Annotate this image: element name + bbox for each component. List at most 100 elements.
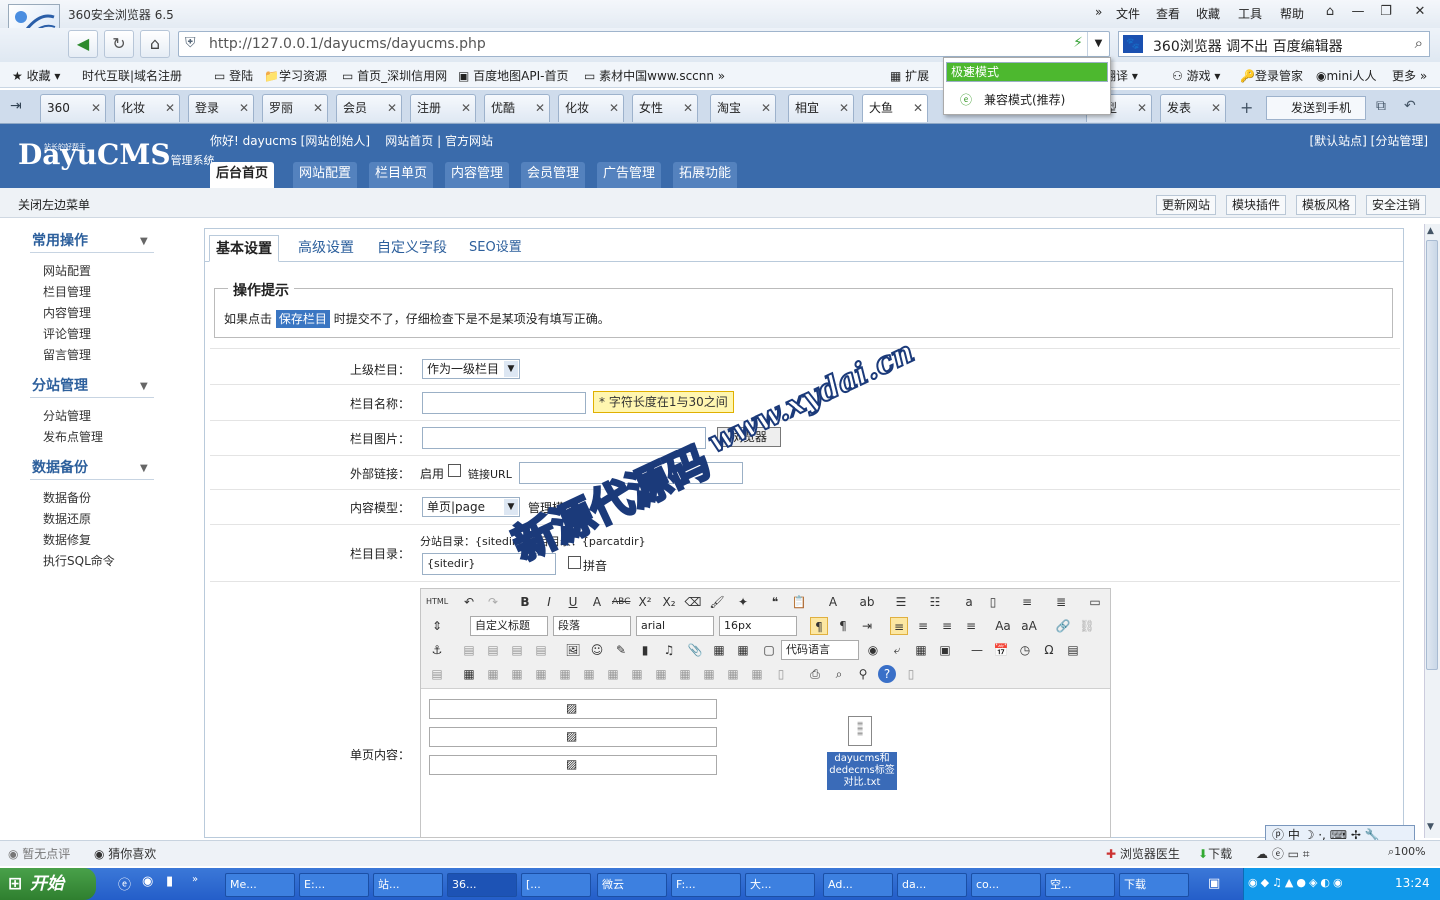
help-icon[interactable]: ? (878, 665, 896, 683)
tab-close-icon[interactable]: ✕ (387, 95, 397, 121)
strikethrough-icon[interactable]: ABC (612, 593, 630, 611)
menu-tools[interactable]: 工具 (1238, 5, 1262, 22)
merge-cells-icon[interactable]: ▦ (628, 665, 646, 683)
align-right-icon[interactable]: ≡ (938, 617, 956, 635)
format-brush-icon[interactable]: 🖌 (708, 593, 726, 611)
unlink-icon[interactable]: ⛓ (1078, 617, 1096, 635)
nav-ads[interactable]: 广告管理 (597, 162, 662, 188)
image-left-icon[interactable]: ▤ (484, 641, 502, 659)
menu-file[interactable]: 文件 (1116, 5, 1140, 22)
model-select[interactable]: 单页|page ▼ (422, 497, 520, 517)
nav-admin-home[interactable]: 后台首页 (210, 162, 275, 188)
web-app-icon[interactable]: ▢ (760, 641, 778, 659)
split-cols-icon[interactable]: ▦ (748, 665, 766, 683)
font-color-icon[interactable]: A (824, 593, 842, 611)
scroll-up-icon[interactable]: ▲ (1427, 226, 1434, 236)
scrollbar-thumb[interactable] (1426, 240, 1438, 670)
browser-tab[interactable]: 化妆 ✕ (114, 94, 180, 122)
font-size-select[interactable]: 16px (719, 616, 797, 636)
bookmark-1[interactable]: 时代互联|域名注册 (82, 67, 182, 84)
quicklaunch-browser-icon[interactable]: ◉ (142, 874, 153, 889)
template-icon[interactable]: ▦ (912, 641, 930, 659)
align-justify-icon[interactable]: ≡ (962, 617, 980, 635)
paste-table-icon[interactable]: ▯ (772, 665, 790, 683)
insert-image-icon[interactable]: 🖼 (564, 641, 582, 659)
delete-row-icon[interactable]: ▦ (556, 665, 574, 683)
sidebar-item-repair[interactable]: 数据修复 (43, 531, 91, 548)
new-tab-icon[interactable]: + (1240, 98, 1253, 117)
bookmark-2[interactable]: ▭ 登陆 (214, 67, 253, 84)
bookmark-more[interactable]: 更多 » (1392, 67, 1427, 84)
insert-col-icon[interactable]: ▦ (580, 665, 598, 683)
tab-seo[interactable]: SEO设置 (463, 235, 528, 262)
code-language-select[interactable]: 代码语言 (781, 640, 859, 660)
bookmark-5[interactable]: ▣ 百度地图API-首页 (458, 67, 568, 84)
guess-you-like[interactable]: ◉ 猜你喜欢 (94, 845, 156, 862)
shirt-icon[interactable]: ⌂ (1318, 2, 1342, 22)
taskbar-desktop-icon[interactable]: ▣ (1208, 876, 1220, 891)
video-icon[interactable]: ▮ (636, 641, 654, 659)
merge-down-icon[interactable]: ▦ (676, 665, 694, 683)
image-right-icon[interactable]: ▤ (508, 641, 526, 659)
url-dropdown-icon[interactable]: ▼ (1087, 32, 1109, 56)
browser-tab[interactable]: 360 ✕ (40, 94, 106, 122)
templates-button[interactable]: 模板风格 (1296, 195, 1357, 215)
search-box[interactable]: 🐾 360浏览器 调不出 百度编辑器 ⌕ (1118, 31, 1430, 57)
menu-favorites[interactable]: 收藏 (1196, 5, 1220, 22)
delete-col-icon[interactable]: ▦ (604, 665, 622, 683)
anchor-icon[interactable]: ⚓ (428, 641, 446, 659)
search-replace-icon[interactable]: ⚲ (854, 665, 872, 683)
tab-basic[interactable]: 基本设置 (209, 235, 279, 262)
sidebar-item-site-config[interactable]: 网站配置 (43, 262, 91, 279)
taskbar-item[interactable]: E:... (299, 873, 369, 897)
lowercase-icon[interactable]: aA (1020, 617, 1038, 635)
sidebar-item-comments[interactable]: 评论管理 (43, 325, 91, 342)
taskbar-item[interactable]: 空... (1045, 873, 1115, 897)
link-icon[interactable]: 🔗 (1054, 617, 1072, 635)
quicklaunch-ie-icon[interactable]: ⓔ (118, 874, 131, 893)
tab-close-icon[interactable]: ✕ (913, 95, 923, 121)
taskbar-item[interactable]: 大... (745, 873, 815, 897)
minimize-button[interactable]: — (1346, 2, 1370, 22)
lightning-icon[interactable]: ⚡ (1073, 35, 1083, 51)
bookmark-6[interactable]: ▭ 素材中国www.sccnn » (584, 67, 725, 84)
taskbar-item[interactable]: 下载 (1119, 873, 1189, 897)
quicklaunch-more-icon[interactable]: » (192, 874, 198, 885)
nav-category[interactable]: 栏目单页 (369, 162, 434, 188)
tab-close-icon[interactable]: ✕ (461, 95, 471, 121)
quicklaunch-app-icon[interactable]: ▮ (166, 874, 173, 889)
browser-tab[interactable]: 女性 ✕ (632, 94, 698, 122)
bookmark-favorites[interactable]: ★ 收藏 ▾ (12, 67, 60, 84)
preview-icon[interactable]: ⌕ (830, 665, 848, 683)
custom-heading-select[interactable]: 自定义标题 (470, 616, 548, 636)
taskbar-item[interactable]: da... (897, 873, 967, 897)
snapshot-icon[interactable]: ◉ (864, 641, 882, 659)
bold-icon[interactable]: B (516, 593, 534, 611)
sidebar-item-content[interactable]: 内容管理 (43, 304, 91, 321)
unordered-list-icon[interactable]: ☷ (926, 593, 944, 611)
row-spacing-bottom-icon[interactable]: ≣ (1052, 593, 1070, 611)
tab-close-icon[interactable]: ✕ (761, 95, 771, 121)
tray-icons[interactable]: ◉◆♫▲●◈◐◉ (1248, 876, 1346, 889)
menu-view[interactable]: 查看 (1156, 5, 1180, 22)
insert-row-icon[interactable]: ▦ (532, 665, 550, 683)
tab-close-icon[interactable]: ✕ (839, 95, 849, 121)
word-count-icon[interactable]: ▤ (428, 665, 446, 683)
back-button[interactable]: ◀ (68, 30, 98, 58)
italic-icon[interactable]: I (540, 593, 558, 611)
pinyin-checkbox[interactable] (568, 556, 581, 569)
rtl-icon[interactable]: ¶ (834, 617, 852, 635)
html-source-icon[interactable]: HTML (426, 593, 448, 611)
time-icon[interactable]: ◷ (1016, 641, 1034, 659)
link-enable-checkbox[interactable] (448, 464, 461, 477)
browser-tab[interactable]: 注册 ✕ (410, 94, 476, 122)
ordered-list-icon[interactable]: ☰ (892, 593, 910, 611)
refresh-button[interactable]: ↻ (104, 30, 134, 58)
merge-right-icon[interactable]: ▦ (652, 665, 670, 683)
tab-close-icon[interactable]: ✕ (165, 95, 175, 121)
image-center-icon[interactable]: ▤ (532, 641, 550, 659)
undo-close-icon[interactable]: ↶ (1404, 98, 1416, 114)
browser-tab[interactable]: 登录 ✕ (188, 94, 254, 122)
modules-button[interactable]: 模块插件 (1226, 195, 1287, 215)
compat-mode-option[interactable]: ⓔ 兼容模式(推荐) (946, 88, 1108, 112)
